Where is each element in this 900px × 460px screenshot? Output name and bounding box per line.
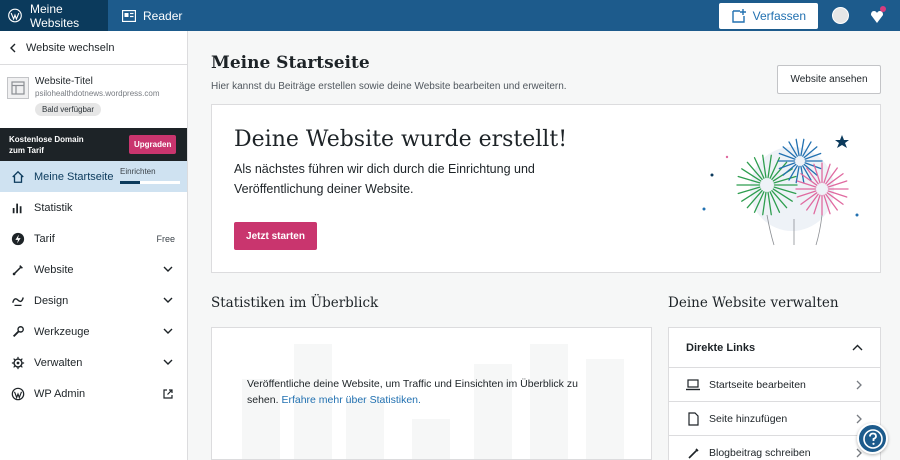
home-icon [10,169,26,185]
sparkle [725,155,729,159]
quick-link-label: Blogbeitrag schreiben [709,447,811,459]
write-label: Verfassen [752,8,806,23]
tools-icon [10,324,26,340]
sidebar: Website wechseln Website-Titel psiloheal… [0,31,188,460]
upgrade-button[interactable]: Upgraden [129,135,177,154]
chevron-down-icon [163,328,173,334]
page-subtitle: Hier kannst du Beiträge erstellen sowie … [211,81,567,92]
sidebar-item-design[interactable]: Design [0,285,187,316]
sidebar-item-my-home[interactable]: Meine Startseite Einrichten [0,161,187,192]
my-sites-label: Meine Websites [29,1,80,30]
quick-link-add-page[interactable]: Seite hinzufügen [669,402,880,436]
chevron-down-icon [163,297,173,303]
quick-link-edit-homepage[interactable]: Startseite bearbeiten [669,368,880,402]
sidebar-item-stats[interactable]: Statistik [0,192,187,223]
reader-label: Reader [143,8,183,23]
quick-links-header[interactable]: Direkte Links [669,328,880,368]
laptop-icon [686,378,700,392]
get-started-button[interactable]: Jetzt starten [234,222,317,250]
masterbar: Meine Websites Reader Verfassen [0,0,900,31]
sidebar-item-label: Tarif [34,232,55,245]
sparkle [710,173,714,177]
fireworks-illustration [702,135,859,246]
settings-icon [10,355,26,371]
sidebar-item-plan[interactable]: Tarif Free [0,223,187,254]
placeholder-bar [412,419,450,459]
write-button[interactable]: Verfassen [718,2,818,29]
hero-text: Als nächstes führen wir dich durch die E… [234,162,535,196]
stats-section-title: Statistiken im Überblick [211,295,379,311]
setup-progress: Einrichten [120,167,180,184]
star-icon [835,135,849,148]
notifications-button[interactable] [868,5,886,25]
pencil-icon [686,446,700,460]
page-icon [686,411,700,426]
site-title: Website-Titel [35,76,93,87]
site-url: psilohealthdotnews.wordpress.com [35,89,160,98]
write-icon [731,8,746,23]
sparkle [855,213,859,217]
external-link-icon [163,388,173,399]
sidebar-item-label: Statistik [34,201,73,214]
help-icon [862,428,883,449]
help-button[interactable] [857,423,888,454]
chevron-down-icon [163,266,173,272]
stats-card: Veröffentliche deine Website, um Traffic… [211,327,652,460]
status-badge: Bald verfügbar [35,103,102,116]
placeholder-bar [586,359,624,459]
domain-upsell: Kostenlose Domain zum Tarif Upgraden [0,128,187,161]
view-site-button[interactable]: Website ansehen [777,65,881,94]
switch-site-label: Website wechseln [26,41,115,54]
manage-section-title: Deine Website verwalten [668,295,839,311]
sidebar-item-label: Website [34,263,74,276]
main-content: Meine Startseite Hier kannst du Beiträge… [189,31,900,460]
sparkle [702,207,706,211]
site-created-card: Deine Website wurde erstellt! Als nächst… [211,104,881,273]
placeholder-bar [346,399,384,459]
switch-site-button[interactable]: Website wechseln [0,31,187,65]
design-icon [10,293,26,309]
chevron-left-icon [10,43,16,52]
plan-name: Free [156,233,175,244]
sidebar-item-wp-admin[interactable]: WP Admin [0,378,187,409]
quick-link-label: Seite hinzufügen [709,412,788,425]
setup-progress-fill [120,181,140,184]
sidebar-menu: Meine Startseite Einrichten Statistik Ta… [0,161,187,409]
site-icon [7,77,29,99]
my-sites-button[interactable]: Meine Websites [0,0,108,31]
chevron-up-icon [852,344,863,351]
chevron-down-icon [163,359,173,365]
sidebar-item-tools[interactable]: Werkzeuge [0,316,187,347]
reader-icon [122,9,136,22]
sidebar-item-label: WP Admin [34,387,86,400]
brush-icon [10,262,26,278]
avatar[interactable] [832,7,849,24]
notification-dot [880,5,886,12]
reader-button[interactable]: Reader [114,0,190,31]
upsell-text-line1: Kostenlose Domain [9,134,84,144]
stats-learn-more-link[interactable]: Erfahre mehr über Statistiken. [281,394,420,406]
stats-icon [10,200,26,216]
quick-links-card: Direkte Links Startseite bearbeiten Seit… [668,327,881,460]
chevron-right-icon [856,380,862,389]
sidebar-item-label: Verwalten [34,356,83,369]
quick-link-write-post[interactable]: Blogbeitrag schreiben [669,436,880,460]
layout-icon [11,81,25,95]
wordpress-icon [10,386,26,402]
chevron-right-icon [856,414,862,423]
sidebar-item-label: Werkzeuge [34,325,90,338]
hero-title: Deine Website wurde erstellt! [234,127,568,152]
wordpress-logo-icon [8,8,22,23]
sidebar-item-website[interactable]: Website [0,254,187,285]
upsell-text-line2: zum Tarif [9,145,44,155]
quick-link-label: Startseite bearbeiten [709,378,806,391]
current-site[interactable]: Website-Titel psilohealthdotnews.wordpre… [0,65,187,128]
quick-links-title: Direkte Links [686,341,756,354]
sidebar-item-manage[interactable]: Verwalten [0,347,187,378]
plan-icon [10,231,26,247]
stats-message: Veröffentliche deine Website, um Traffic… [247,376,612,408]
sidebar-item-label: Design [34,294,69,307]
page-title: Meine Startseite [211,53,370,73]
setup-progress-label: Einrichten [120,167,156,176]
